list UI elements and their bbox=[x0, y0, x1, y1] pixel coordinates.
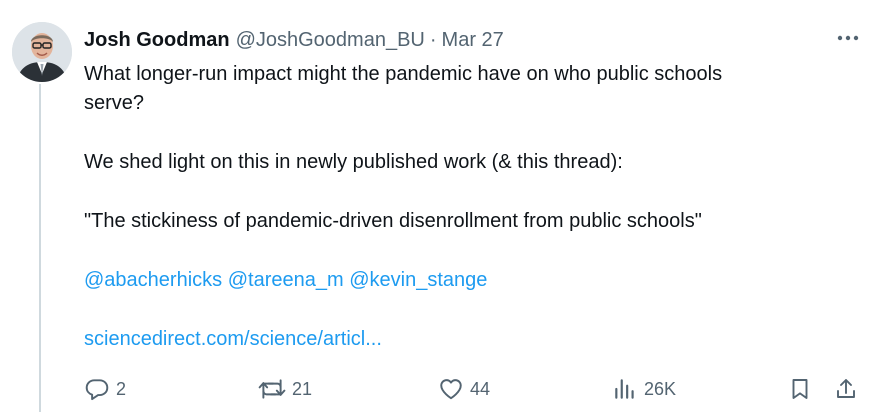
bookmark-icon bbox=[792, 379, 808, 399]
tweet-text-paragraph: We shed light on this in newly published… bbox=[84, 151, 623, 173]
views-icon bbox=[615, 379, 634, 399]
avatar-photo bbox=[12, 22, 72, 82]
mention-link[interactable]: @abacherhicks bbox=[84, 269, 222, 291]
header-separator: · bbox=[429, 28, 437, 51]
like-count: 44 bbox=[470, 378, 491, 399]
reply-button[interactable]: 2 bbox=[84, 372, 126, 406]
mention-link[interactable]: @kevin_stange bbox=[349, 269, 487, 291]
retweet-button[interactable]: 21 bbox=[258, 372, 312, 406]
author-handle[interactable]: @JoshGoodman_BU bbox=[236, 29, 425, 52]
reply-count: 2 bbox=[116, 378, 127, 399]
action-bar: 2 21 44 26K bbox=[84, 372, 864, 406]
link-line: sciencedirect.com/science/articl... bbox=[84, 325, 854, 354]
share-icon bbox=[837, 379, 855, 398]
paper-title: "The stickiness of pandemic-driven disen… bbox=[84, 210, 702, 232]
tweet-text-line: serve? bbox=[84, 92, 145, 114]
views-button[interactable]: 26K bbox=[612, 372, 676, 406]
article-link[interactable]: sciencedirect.com/science/articl... bbox=[84, 328, 382, 350]
thread-line bbox=[39, 84, 41, 412]
views-count: 26K bbox=[644, 378, 677, 399]
like-button[interactable]: 44 bbox=[438, 372, 490, 406]
avatar[interactable] bbox=[12, 22, 72, 82]
author-name[interactable]: Josh Goodman bbox=[84, 29, 230, 52]
more-dots-icon bbox=[837, 35, 859, 41]
tweet-header: Josh Goodman @JoshGoodman_BU · Mar 27 bbox=[84, 26, 861, 54]
more-button[interactable] bbox=[833, 24, 863, 52]
tweet-date[interactable]: Mar 27 bbox=[442, 29, 504, 52]
tweet-text-line: What longer-run impact might the pandemi… bbox=[84, 63, 723, 85]
mention-link[interactable]: @tareena_m bbox=[228, 269, 344, 291]
share-button[interactable] bbox=[834, 372, 858, 406]
mentions-line: @abacherhicks @tareena_m @kevin_stange bbox=[84, 266, 854, 295]
bookmark-button[interactable] bbox=[788, 372, 812, 406]
retweet-count: 21 bbox=[292, 378, 313, 399]
heart-icon bbox=[440, 379, 462, 400]
retweet-icon bbox=[258, 379, 286, 399]
reply-icon bbox=[85, 379, 109, 401]
tweet-body: What longer-run impact might the pandemi… bbox=[84, 60, 854, 354]
